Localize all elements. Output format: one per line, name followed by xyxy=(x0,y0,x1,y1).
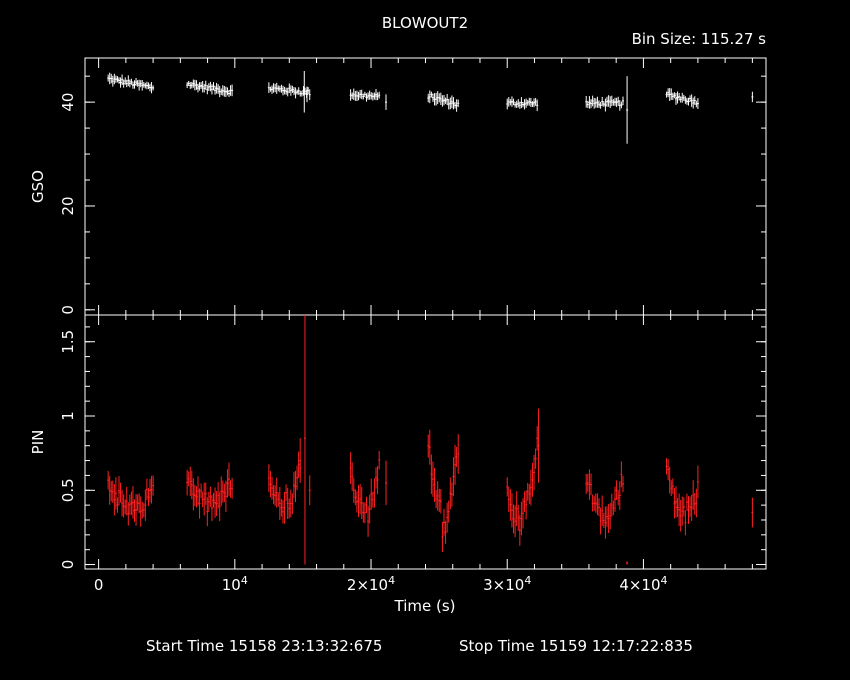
x-axis-label: Time (s) xyxy=(394,597,456,615)
start-time-label: Start Time 15158 23:13:32:675 xyxy=(146,637,383,655)
pin-ytick-label: 0 xyxy=(59,560,77,570)
chart-title: BLOWOUT2 xyxy=(381,14,469,32)
pin-ytick-label: 1.5 xyxy=(59,330,77,354)
bin-size-label: Bin Size: 115.27 s xyxy=(631,30,766,48)
gso-panel-frame xyxy=(84,57,767,316)
x-tick-label: 3×104 xyxy=(483,574,531,594)
gso-ytick-label: 0 xyxy=(59,305,77,315)
gso-ytick-label: 40 xyxy=(59,93,77,112)
pin-panel-frame xyxy=(84,314,767,570)
gso-y-axis-label: GSO xyxy=(29,170,47,203)
x-tick-label: 0 xyxy=(94,576,104,594)
pin-ytick-label: 0.5 xyxy=(59,478,77,502)
pin-ytick-label: 1 xyxy=(59,411,77,421)
gso-ytick-label: 20 xyxy=(59,196,77,215)
x-tick-label: 4×104 xyxy=(619,574,667,594)
x-tick-label: 104 xyxy=(222,574,248,594)
light-curve-chart: 0 20 40 GSO 0 0.5 1 1.5 PIN 0 104 2×104 3×104 4×104 xyxy=(29,57,767,594)
x-tick-label: 2×104 xyxy=(347,574,395,594)
pin-y-axis-label: PIN xyxy=(29,430,47,455)
stop-time-label: Stop Time 15159 12:17:22:835 xyxy=(459,637,693,655)
